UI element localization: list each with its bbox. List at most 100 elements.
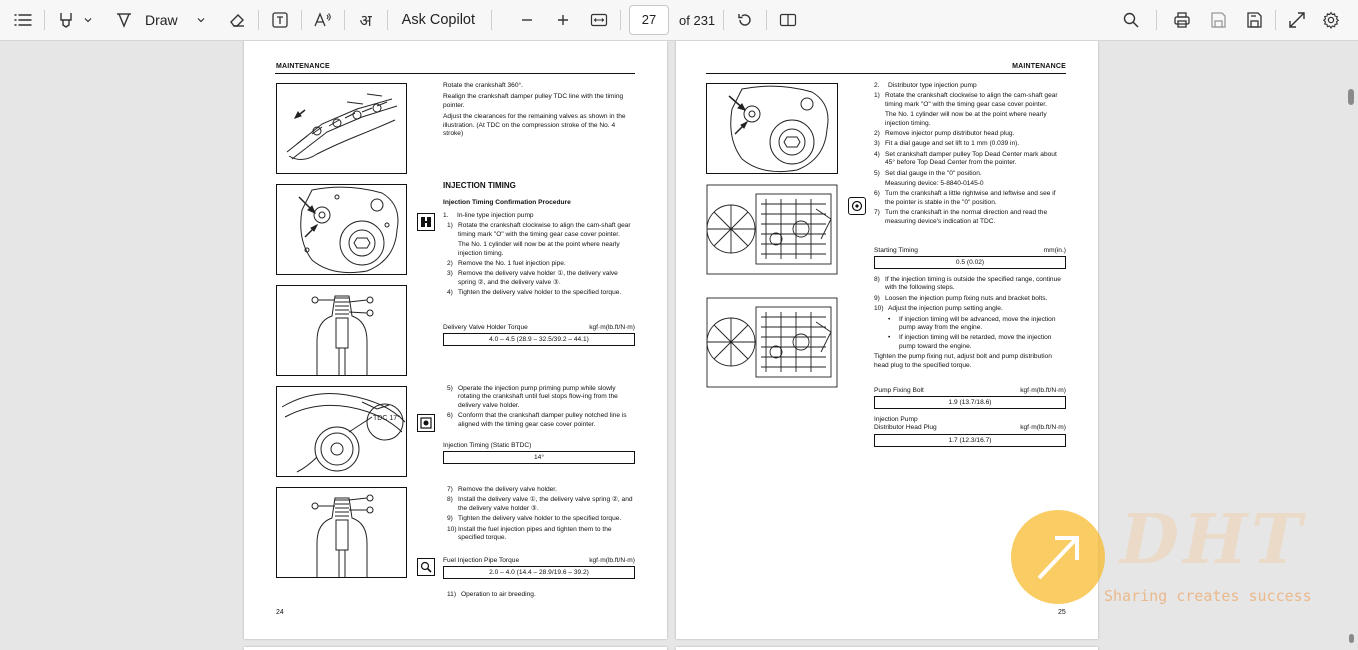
header-rule (275, 73, 635, 74)
step-number: 6) (874, 190, 880, 198)
spec-label-row: Distributor Head Plug kgf·m(lb.ft/N·m) (874, 424, 1066, 432)
page-header: MAINTENANCE (276, 63, 330, 70)
highlight-icon[interactable] (53, 5, 79, 35)
fullscreen-icon[interactable] (1284, 5, 1310, 35)
step-text: Set crankshaft damper pulley Top Dead Ce… (885, 150, 1057, 167)
spec-value-box: 1.9 (13.7/18.6) (874, 396, 1066, 409)
step-text: In-line type injection pump (457, 212, 534, 219)
save-icon[interactable] (1205, 5, 1231, 35)
step-text: Turn the crankshaft a little rightwise a… (885, 190, 1056, 206)
bullet-text: If injection timing will be retarded, mo… (899, 334, 1052, 350)
step-text: Remove the delivery valve holder. (458, 486, 557, 493)
steps-block-a: 1. In-line type injection pump 1) Rotate t… (443, 212, 635, 298)
step-text: Operation to air breeding. (461, 591, 536, 598)
spec-label-row: Fuel Injection Pipe Torque kgf·m(lb.ft/N… (443, 557, 635, 564)
step-text: Tighten the delivery valve holder to the… (458, 289, 622, 297)
intro-text: Rotate the crankshaft 360°. Realign the … (443, 82, 635, 141)
spec-label-row: Pump Fixing Bolt kgf·m(lb.ft/N·m) (874, 387, 1066, 394)
spec-unit: mm(in.) (1043, 247, 1066, 254)
draw-options-chevron-icon[interactable] (192, 5, 210, 35)
step-text: Remove the delivery valve holder ①, the … (458, 270, 618, 286)
search-icon[interactable] (1118, 5, 1144, 35)
pdf-page-24: MAINTENANCE TDC 17° Rotate the crankshaf… (244, 41, 667, 639)
step-number: 5) (447, 385, 453, 392)
page-view-icon[interactable] (775, 5, 801, 35)
steps-block-b: 8) If the injection timing is outside the… (874, 276, 1066, 370)
spec-value-box: 14° (443, 451, 635, 464)
watermark-tagline: Sharing creates success (1104, 587, 1312, 605)
page-number: 25 (1058, 609, 1066, 616)
zoom-out-icon[interactable] (514, 5, 540, 35)
step-text: Install the fuel injection pipes and tig… (458, 525, 612, 542)
step-text: Remove the No. 1 fuel injection pipe. (458, 260, 566, 268)
toolbar-divider (300, 10, 302, 30)
translate-icon[interactable]: अ (353, 5, 379, 35)
spec-unit: kgf·m(lb.ft/N·m) (1020, 387, 1066, 394)
step-number: 3) (447, 270, 453, 278)
spec-unit: kgf·m(lb.ft/N·m) (1020, 424, 1066, 432)
save-as-icon[interactable] (1241, 5, 1267, 35)
spec-unit: kgf·m(lb.ft/N·m) (589, 324, 635, 331)
read-aloud-icon[interactable] (310, 5, 336, 35)
add-text-icon[interactable] (267, 5, 293, 35)
ask-copilot-button[interactable]: Ask Copilot (402, 12, 475, 28)
watermark-logo-icon (1011, 510, 1105, 604)
print-icon[interactable] (1169, 5, 1195, 35)
step-number: 2) (874, 130, 880, 138)
settings-gear-icon[interactable] (1318, 5, 1344, 35)
step-number: 7) (447, 486, 453, 493)
toolbar-divider (257, 10, 259, 30)
step-number: 9) (874, 294, 880, 302)
bullet-text: If injection timing will be advanced, mo… (899, 315, 1056, 332)
highlight-options-chevron-icon[interactable] (79, 5, 97, 35)
fit-width-icon[interactable] (586, 5, 612, 35)
delivery-valve-reinstall-illustration (276, 487, 407, 578)
step-text: Remove injector pump distributor head pl… (885, 130, 1015, 138)
crankshaft-pulley-tdc-illustration: TDC 17° (276, 386, 407, 477)
rotate-icon[interactable] (732, 5, 758, 35)
draw-button[interactable]: Draw (145, 12, 178, 28)
step-number: 1. (443, 212, 449, 219)
page-number-input[interactable]: 27 (629, 5, 670, 35)
subsection-title: Injection Timing Confirmation Procedure (443, 199, 571, 206)
eraser-icon[interactable] (224, 5, 250, 35)
step-text: Install the delivery valve ①, the delive… (458, 496, 633, 512)
steps-block-a: 2. Distributor type injection pump 1) Rota… (874, 82, 1066, 226)
step-number: 7) (874, 209, 880, 217)
step-text: Tighten the delivery valve holder to the… (458, 515, 622, 523)
step-number: 10) (874, 305, 884, 313)
step-text: Measuring device: 5-8840-0145-0 (885, 180, 984, 188)
spec-label-row: Starting Timing mm(in.) (874, 247, 1066, 254)
contents-icon[interactable] (10, 5, 36, 35)
spec-value-box: 4.0 – 4.5 (28.9 – 32.5/39.2 – 44.1) (443, 333, 635, 346)
intro-line: Adjust the clearances for the remaining … (443, 113, 626, 138)
step-text: Adjust the injection pump setting angle. (888, 305, 1003, 313)
step-text: Operate the injection pump priming pump … (458, 385, 618, 409)
step-text: Fit a dial gauge and set lift to 1 mm (0… (885, 140, 1020, 148)
engine-dial-gauge-illustration (706, 184, 838, 275)
toolbar-divider (766, 10, 768, 30)
step-text: Rotate the crankshaft clockwise to align… (458, 222, 631, 238)
step-text: Turn the crankshaft in the normal direct… (885, 209, 1048, 225)
step-number: 5) (874, 169, 880, 177)
step-number: 4) (874, 150, 880, 158)
step-number: 2) (447, 260, 453, 268)
spec-value-box: 0.5 (0.02) (874, 256, 1066, 269)
step-text: The No. 1 cylinder will now be at the po… (885, 111, 1047, 127)
spec-label: Starting Timing (874, 247, 918, 254)
spec-unit: kgf·m(lb.ft/N·m) (589, 557, 635, 564)
step-number: 1) (447, 222, 453, 230)
total-pages-label: of 231 (679, 12, 716, 28)
spec-label-row: Injection Timing (Static BTDC) (443, 442, 635, 449)
vertical-scrollbar-thumb[interactable] (1348, 89, 1354, 105)
step-11: 11) Operation to air breeding. (443, 591, 635, 599)
bullet-dot: • (888, 315, 891, 323)
zoom-in-icon[interactable] (550, 5, 576, 35)
step-text: If the injection timing is outside the s… (885, 276, 1061, 292)
scroll-down-arrow-icon[interactable] (1349, 634, 1354, 643)
spec-label: Injection Timing (Static BTDC) (443, 442, 532, 449)
spec-label: Distributor Head Plug (874, 424, 937, 432)
toolbar-divider (491, 10, 493, 30)
timing-gear-case-illustration (276, 184, 407, 275)
draw-icon[interactable] (111, 5, 137, 35)
